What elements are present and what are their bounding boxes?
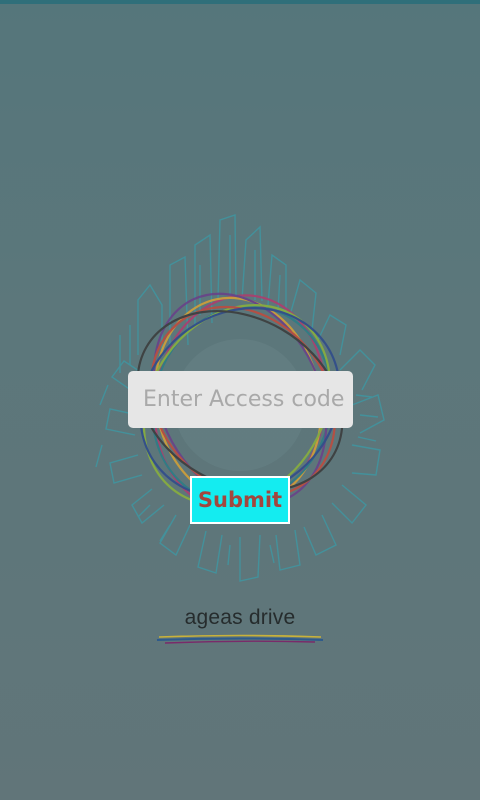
submit-button[interactable]: Submit — [190, 476, 290, 524]
brand-swoosh-icon — [156, 634, 324, 644]
status-bar-strip — [0, 0, 480, 4]
brand-logo: ageas drive — [150, 606, 330, 646]
access-code-input[interactable] — [128, 371, 353, 428]
brand-name: ageas drive — [184, 606, 296, 629]
